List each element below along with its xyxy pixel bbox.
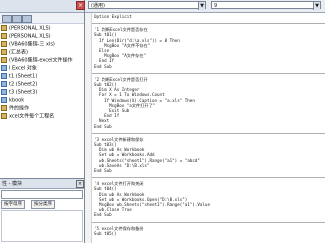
- object-combo[interactable]: (通用) ▼: [88, 1, 206, 10]
- tree-item[interactable]: (PERSONAL XLS): [1, 33, 51, 40]
- properties-grid[interactable]: [1, 210, 83, 242]
- tree-item-label: t3 (Sheet3): [9, 89, 38, 96]
- chevron-down-icon[interactable]: ▼: [198, 2, 205, 10]
- properties-titlebar: 性 - 模块 ×: [0, 179, 84, 189]
- project-close-button[interactable]: ×: [76, 1, 85, 10]
- left-panel: × (PERSONAL XLS) (PERSONAL XLS) (VBA60集锦-三…: [0, 0, 85, 243]
- tree-item-label: t2 (Sheet2): [9, 81, 38, 88]
- procedure-separator: [92, 221, 325, 223]
- tree-item[interactable]: kbook: [1, 97, 24, 104]
- tab-categorized[interactable]: 按分类序: [31, 200, 55, 209]
- sheet-icon: [1, 81, 7, 87]
- code-window-toolbar: (通用) ▼ 9 ▼: [85, 0, 325, 13]
- tree-item-label: t1 (Sheet1): [9, 73, 38, 80]
- code-line[interactable]: Option Explicit: [94, 14, 132, 19]
- procedure-separator: [92, 177, 325, 179]
- tree-item-label: (汇总表): [9, 49, 28, 56]
- module-icon: [1, 25, 7, 31]
- sheet-icon: [1, 97, 7, 103]
- procedure-combo-value: 9: [214, 3, 218, 9]
- tree-item-label: (VBA60集锦-三 xls): [9, 41, 55, 48]
- tree-item-label: l Excel 对象: [9, 65, 37, 72]
- tree-item[interactable]: (VBA60集锦-excel文件操作: [1, 57, 72, 64]
- module-icon: [1, 41, 7, 47]
- code-line[interactable]: End Sub: [94, 124, 112, 129]
- properties-close-button[interactable]: ×: [76, 180, 84, 188]
- tree-item[interactable]: 件的操作: [1, 105, 29, 112]
- procedure-separator: [92, 132, 325, 134]
- view-code-button[interactable]: [2, 15, 12, 23]
- code-line[interactable]: End Sub: [94, 212, 112, 217]
- module-icon: [1, 105, 7, 111]
- tree-item[interactable]: xcel文件每个工程名: [1, 113, 54, 120]
- tree-item-label: kbook: [9, 97, 25, 104]
- tree-item[interactable]: (PERSONAL XLS): [1, 25, 51, 32]
- tree-item-label: (PERSONAL XLS): [9, 25, 51, 32]
- tree-item-label: (PERSONAL XLS): [9, 33, 51, 40]
- toggle-folders-button[interactable]: [22, 15, 32, 23]
- tree-item-label: (VBA60集锦-excel文件操作: [9, 57, 73, 64]
- sheet-icon: [1, 65, 7, 71]
- tree-item[interactable]: l Excel 对象: [1, 65, 37, 72]
- properties-object-combo[interactable]: [1, 190, 83, 199]
- tree-item-label: 件的操作: [9, 105, 30, 112]
- procedure-combo[interactable]: 9 ▼: [211, 1, 321, 10]
- module-icon: [1, 113, 7, 119]
- sheet-icon: [1, 89, 7, 95]
- tree-item[interactable]: t1 (Sheet1): [1, 73, 37, 80]
- tree-item[interactable]: (VBA60集锦-三 xls): [1, 41, 55, 48]
- view-object-button[interactable]: [12, 15, 22, 23]
- margin-indicator-bar[interactable]: [85, 13, 92, 243]
- code-window: (通用) ▼ 9 ▼ Option Explicit '1 判断Excel文件是否…: [85, 0, 325, 243]
- properties-tabs: 按字母序 按分类序: [1, 200, 81, 209]
- module-icon: [1, 49, 7, 55]
- procedure-separator: [92, 23, 325, 25]
- code-editor[interactable]: Option Explicit '1 判断Excel文件是否存在 Sub t01()…: [85, 13, 325, 243]
- project-explorer-toolbar: [0, 13, 84, 24]
- properties-title: 性 - 模块: [2, 181, 22, 187]
- properties-panel: 性 - 模块 × 按字母序 按分类序: [0, 179, 84, 243]
- tab-alphabetic[interactable]: 按字母序: [1, 200, 25, 209]
- module-icon: [1, 57, 7, 63]
- sheet-icon: [1, 73, 7, 79]
- tree-item[interactable]: t3 (Sheet3): [1, 89, 37, 96]
- tree-item-label: xcel文件每个工程名: [9, 113, 55, 120]
- code-line[interactable]: Sub t05(): [94, 231, 117, 236]
- tree-item[interactable]: t2 (Sheet2): [1, 81, 37, 88]
- object-combo-value: (通用): [91, 3, 105, 9]
- code-line[interactable]: End Sub: [94, 64, 112, 69]
- project-explorer: × (PERSONAL XLS) (PERSONAL XLS) (VBA60集锦-三…: [0, 0, 85, 179]
- code-line[interactable]: End Sub: [94, 168, 112, 173]
- chevron-down-icon[interactable]: ▼: [313, 2, 320, 10]
- module-icon: [1, 33, 7, 39]
- tree-item[interactable]: (汇总表): [1, 49, 28, 56]
- procedure-separator: [92, 72, 325, 74]
- project-explorer-titlebar: ×: [0, 0, 85, 13]
